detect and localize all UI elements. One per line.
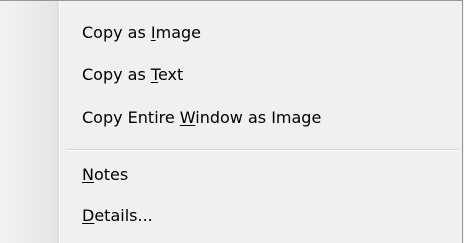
menu-item-notes[interactable]: Notes <box>82 161 128 189</box>
context-menu: Copy as Image Copy as Text Copy Entire W… <box>0 0 463 243</box>
menu-item-label: ext <box>157 65 184 84</box>
menu-item-label: mage <box>155 23 202 42</box>
menu-item-label: Copy as <box>82 65 151 84</box>
menu-item-access-key: D <box>82 206 95 225</box>
menu-item-label: etails... <box>94 206 153 225</box>
menu-separator <box>66 149 459 151</box>
menu-item-access-key: T <box>150 65 158 84</box>
menu-item-access-key: W <box>179 108 196 127</box>
menu-item-label: Copy Entire <box>82 108 180 127</box>
menu-item-access-key: N <box>82 165 94 184</box>
menu-item-details[interactable]: Details... <box>82 202 153 230</box>
menu-item-copy-as-image[interactable]: Copy as Image <box>82 19 201 47</box>
menu-item-copy-as-text[interactable]: Copy as Text <box>82 61 183 89</box>
menu-item-label: indow as Image <box>195 108 322 127</box>
menu-item-label: Copy as <box>82 23 151 42</box>
menu-item-label: otes <box>93 165 129 184</box>
gutter-divider <box>59 1 60 243</box>
menu-icon-gutter <box>0 1 59 243</box>
menu-item-copy-entire-window-as-image[interactable]: Copy Entire Window as Image <box>82 104 321 132</box>
